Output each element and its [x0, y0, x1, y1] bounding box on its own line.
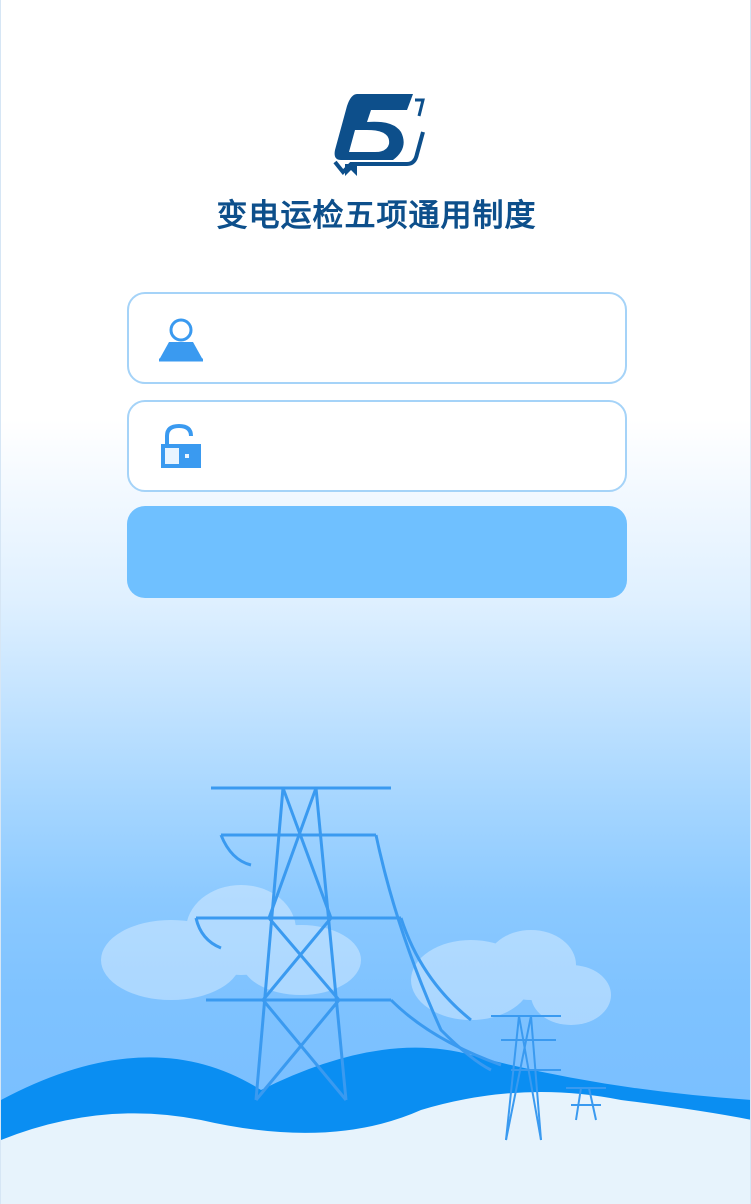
power-transmission-tower-illustration [1, 786, 750, 1204]
unlock-icon [161, 424, 201, 468]
password-field[interactable] [127, 400, 627, 492]
book-five-logo-icon [333, 94, 425, 176]
username-input[interactable] [225, 318, 609, 364]
password-input[interactable] [225, 426, 609, 472]
login-screen: 变电运检五项通用制度 [0, 0, 751, 1204]
user-icon [159, 318, 203, 362]
app-title: 变电运检五项通用制度 [216, 198, 537, 234]
username-field[interactable] [127, 292, 627, 384]
login-button[interactable] [127, 506, 627, 598]
